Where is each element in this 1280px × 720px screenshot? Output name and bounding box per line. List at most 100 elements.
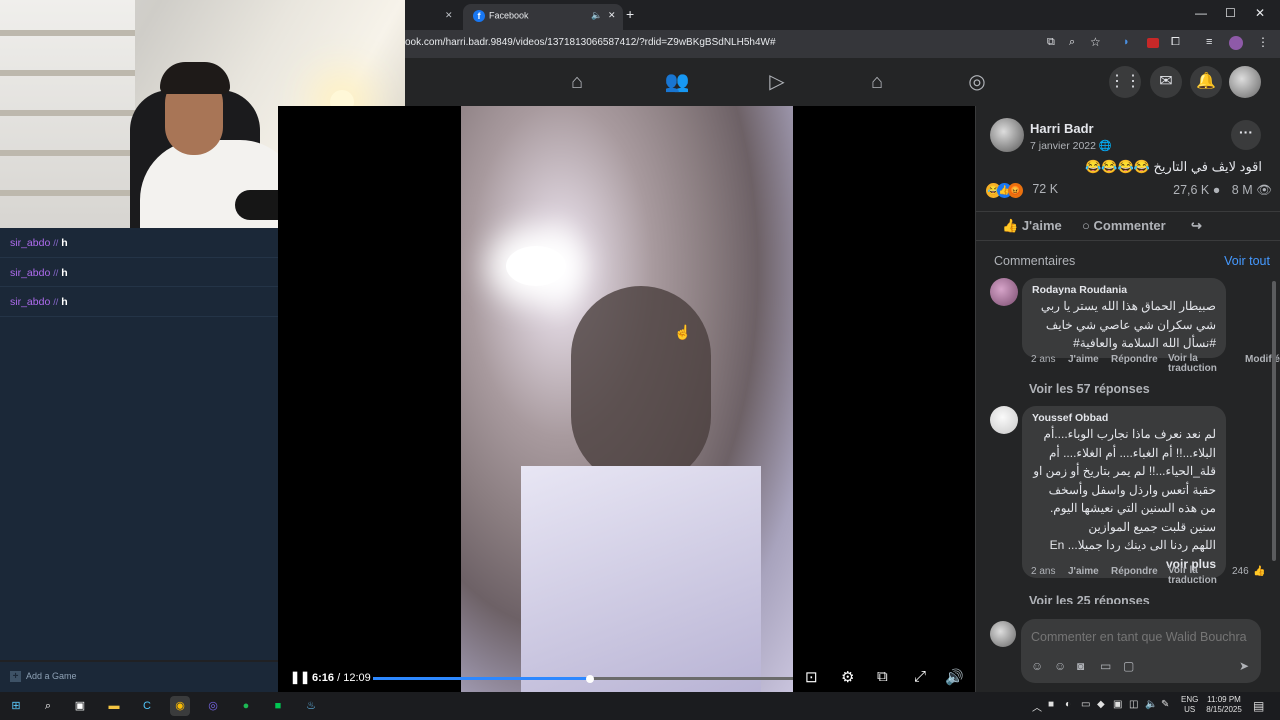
miniplayer-icon[interactable]: ⧉ [877,668,888,685]
profile-icon[interactable] [1229,36,1243,50]
tray-app-icon[interactable]: ▣ [1113,699,1122,710]
share-icon[interactable]: ↪ [1191,218,1202,234]
home-icon[interactable]: ⌂ [564,69,590,95]
system-clock[interactable]: 11:09 PM 8/15/2025 [1203,695,1245,715]
volume-icon[interactable]: 🔊 [945,668,964,686]
comment-count[interactable]: 27,6 K [1173,183,1209,197]
reactions-summary[interactable]: 😂👍😡 72 K [986,182,1058,198]
new-tab-icon[interactable]: + [626,6,634,22]
close-tab-icon[interactable]: ✕ [608,10,616,21]
comment-like-link[interactable]: J'aime [1068,566,1099,577]
more-options-button[interactable]: ··· [1231,120,1261,150]
file-explorer-icon[interactable]: ▬ [104,696,124,716]
view-count: 8 M [1231,183,1253,197]
cast-icon[interactable]: ⧉ [1047,36,1055,49]
record-extension-icon[interactable] [1147,38,1159,48]
comment-translate-link[interactable]: Voir la traduction [1168,566,1217,586]
account-avatar[interactable] [1229,66,1261,98]
pen-icon[interactable]: ✎ [1161,699,1169,710]
windows-start-icon[interactable]: ⊞ [6,696,26,716]
marketplace-icon[interactable]: ⌂ [864,69,890,95]
commenter-name[interactable]: Rodayna Roudania [1032,284,1216,296]
notifications-bell-icon[interactable]: 🔔 [1190,66,1222,98]
see-all-link[interactable]: Voir tout [1224,254,1270,268]
extensions-puzzle-icon[interactable]: ⧠ [1171,36,1180,49]
volume-tray-icon[interactable]: 🔈 [1145,699,1157,710]
comment-translate-link[interactable]: Voir la traduction [1168,354,1217,374]
address-bar[interactable]: ook.com/harri.badr.9849/videos/137181306… [405,30,1280,58]
like-button[interactable]: 👍 J'aime [1002,218,1062,234]
chat-username: sir_abdo [10,296,51,308]
maximize-icon[interactable]: ☐ [1225,6,1236,20]
author-avatar[interactable] [990,118,1024,152]
friends-icon[interactable]: 👥 [664,69,690,95]
speaker-icon[interactable]: 🔈 [591,10,602,21]
author-name[interactable]: Harri Badr [1030,121,1094,136]
tray-display-icon[interactable]: ▭ [1081,699,1090,710]
tray-app-icon[interactable]: ◆ [1097,699,1105,710]
comment-like-count[interactable]: 246 [1232,566,1249,577]
sticker-icon[interactable]: ▢ [1123,659,1134,673]
captions-icon[interactable]: ⊡ [805,668,818,686]
menu-kebab-icon[interactable]: ⋮ [1257,35,1269,49]
comment-like-link[interactable]: J'aime [1068,354,1099,365]
tray-chevron-icon[interactable]: ︿ [1032,699,1042,714]
progress-knob[interactable] [585,675,594,683]
commenter-avatar[interactable] [990,278,1018,306]
close-tab-icon[interactable]: ✕ [445,10,453,21]
send-icon[interactable]: ➤ [1239,659,1249,673]
steam-icon[interactable]: ♨ [301,696,321,716]
commenter-name[interactable]: Youssef Obbad [1032,412,1216,424]
messenger-icon[interactable]: ✉ [1150,66,1182,98]
tray-steam-icon[interactable]: ◐ [1065,699,1071,710]
emoji-icon[interactable]: ☺ [1054,659,1066,673]
tray-app-icon[interactable]: ◫ [1129,699,1138,710]
obs-icon[interactable]: ◎ [203,696,223,716]
url-text[interactable]: ook.com/harri.badr.9849/videos/137181306… [405,37,776,48]
app-c-icon[interactable]: C [137,696,157,716]
comment-line: قلة_الحياء...!! لم يمر بتاريخ أو زمن او [1033,464,1216,478]
camera-icon[interactable]: ◙ [1077,659,1084,673]
post-date[interactable]: 7 janvier 2022 🌐 [1030,139,1112,152]
chat-username: sir_abdo [10,237,51,249]
comments-scrollbar[interactable] [1272,281,1276,561]
comment-reply-link[interactable]: Répondre [1111,566,1158,577]
comment-input[interactable] [1031,630,1256,644]
menu-grid-icon[interactable]: ⋮⋮ [1109,66,1141,98]
settings-gear-icon[interactable]: ⚙ [841,668,854,686]
comment-box[interactable]: ☺ ☺ ◙ ▭ ▢ ➤ [1021,619,1261,683]
comment-reply-link[interactable]: Répondre [1111,354,1158,365]
task-view-icon[interactable]: ▣ [70,696,90,716]
view-replies-link[interactable]: Voir les 57 réponses [1029,382,1150,396]
comment-age[interactable]: 2 ans [1031,354,1055,365]
bookmark-star-icon[interactable]: ☆ [1090,35,1101,49]
view-replies-link[interactable]: Voir les 25 réponses [1029,594,1150,604]
browser-tab-inactive[interactable]: ✕ [405,4,463,30]
gif-icon[interactable]: ▭ [1100,659,1111,673]
notification-center-icon[interactable]: ▤ [1253,699,1264,713]
avatar-sticker-icon[interactable]: ☺ [1031,659,1043,673]
spotify-icon[interactable]: ● [236,696,256,716]
fullscreen-icon[interactable]: ⤢ [914,668,926,685]
commenter-avatar[interactable] [990,406,1018,434]
app-green-icon[interactable]: ■ [268,696,288,716]
pause-icon[interactable]: ❚❚ [290,670,310,684]
media-icon[interactable]: ≡ [1206,36,1212,48]
video-icon[interactable]: ▷ [764,69,790,95]
search-icon[interactable]: ⌕ [38,696,58,716]
video-frame[interactable] [461,106,793,692]
browser-tab-active[interactable]: f Facebook 🔈 ✕ [463,4,623,30]
language-indicator[interactable]: ENG US [1181,695,1198,715]
groups-icon[interactable]: ◎ [964,69,990,95]
comment-age[interactable]: 2 ans [1031,566,1055,577]
chat-username: sir_abdo [10,266,51,279]
progress-bar[interactable] [373,675,793,683]
chrome-icon[interactable]: ◉ [170,696,190,716]
minimize-icon[interactable]: — [1195,6,1207,20]
add-game-button[interactable]: + Add a Game [0,662,278,692]
comment-button[interactable]: ○ Commenter [1082,218,1166,233]
extension-icon[interactable]: ◗ [1123,36,1130,48]
tray-app-icon[interactable]: ■ [1048,699,1054,710]
close-window-icon[interactable]: ✕ [1255,6,1265,20]
zoom-icon[interactable]: ⌕ [1069,36,1075,49]
